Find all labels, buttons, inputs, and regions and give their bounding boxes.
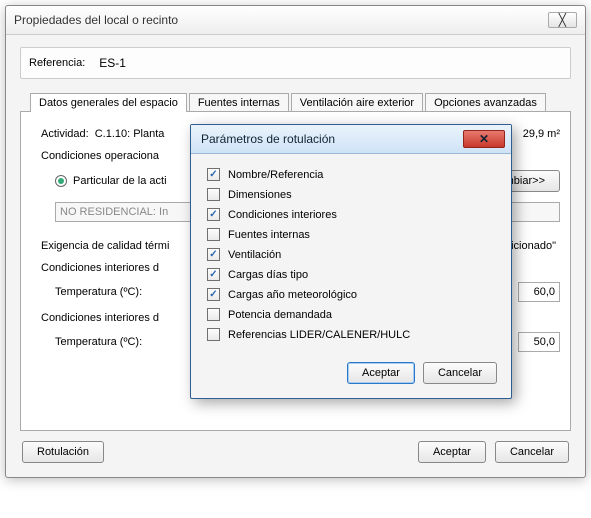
checkbox-label: Fuentes internas — [228, 229, 310, 241]
cancel-button[interactable]: Cancelar — [495, 441, 569, 463]
checkbox[interactable]: ✓ — [207, 288, 220, 301]
checkbox[interactable]: ✓ — [207, 268, 220, 281]
tab-internal-sources[interactable]: Fuentes internas — [189, 93, 289, 112]
checkbox-row: Fuentes internas — [207, 228, 495, 241]
checkbox-label: Potencia demandada — [228, 309, 332, 321]
dialog-cancel-button[interactable]: Cancelar — [423, 362, 497, 384]
tab-general[interactable]: Datos generales del espacio — [30, 93, 187, 112]
checkbox-row: Referencias LIDER/CALENER/HULC — [207, 328, 495, 341]
window-titlebar[interactable]: Propiedades del local o recinto ╳ — [6, 6, 585, 35]
rotulacion-dialog: Parámetros de rotulación ✕ ✓ Nombre/Refer… — [190, 124, 512, 399]
tab-ventilation[interactable]: Ventilación aire exterior — [291, 93, 423, 112]
activity-label: Actividad: — [41, 128, 89, 140]
checkbox-label: Referencias LIDER/CALENER/HULC — [228, 329, 410, 341]
radio-particular[interactable] — [55, 175, 67, 187]
area-value: 29,9 m² — [523, 128, 560, 140]
checkbox-label: Nombre/Referencia — [228, 169, 323, 181]
dialog-close-icon[interactable]: ✕ — [463, 130, 505, 148]
temperature-1-input[interactable] — [518, 282, 560, 302]
checkbox-row: ✓ Condiciones interiores — [207, 208, 495, 221]
checkbox[interactable]: ✓ — [207, 168, 220, 181]
checkbox-label: Cargas año meteorológico — [228, 289, 357, 301]
checkbox[interactable] — [207, 188, 220, 201]
temperature-2-label: Temperatura (ºC): — [55, 336, 142, 348]
dialog-accept-button[interactable]: Aceptar — [347, 362, 415, 384]
accept-button[interactable]: Aceptar — [418, 441, 486, 463]
checkbox[interactable] — [207, 308, 220, 321]
checkbox-label: Condiciones interiores — [228, 209, 337, 221]
reference-input[interactable] — [97, 54, 562, 72]
reference-field: Referencia: — [20, 47, 571, 79]
dialog-title: Parámetros de rotulación — [201, 132, 335, 146]
checkbox-label: Dimensiones — [228, 189, 292, 201]
checkbox[interactable] — [207, 328, 220, 341]
close-icon[interactable]: ╳ — [548, 12, 577, 28]
checkbox-row: ✓ Cargas año meteorológico — [207, 288, 495, 301]
checkbox-row: ✓ Nombre/Referencia — [207, 168, 495, 181]
window-button-bar: Rotulación Aceptar Cancelar — [20, 441, 571, 463]
checkbox[interactable] — [207, 228, 220, 241]
checkbox-row: ✓ Cargas días tipo — [207, 268, 495, 281]
window-title: Propiedades del local o recinto — [14, 13, 178, 27]
checkbox[interactable]: ✓ — [207, 208, 220, 221]
reference-label: Referencia: — [29, 57, 85, 69]
radio-particular-label: Particular de la acti — [73, 175, 167, 187]
temperature-2-input[interactable] — [518, 332, 560, 352]
tab-bar: Datos generales del espacio Fuentes inte… — [30, 93, 571, 112]
checkbox-label: Cargas días tipo — [228, 269, 308, 281]
checkbox-row: ✓ Ventilación — [207, 248, 495, 261]
dialog-titlebar[interactable]: Parámetros de rotulación ✕ — [191, 125, 511, 154]
tab-advanced[interactable]: Opciones avanzadas — [425, 93, 546, 112]
checkbox-label: Ventilación — [228, 249, 281, 261]
checkbox[interactable]: ✓ — [207, 248, 220, 261]
activity-value: C.1.10: Planta — [95, 128, 165, 140]
rotulacion-button[interactable]: Rotulación — [22, 441, 104, 463]
checkbox-row: Potencia demandada — [207, 308, 495, 321]
temperature-1-label: Temperatura (ºC): — [55, 286, 142, 298]
checkbox-row: Dimensiones — [207, 188, 495, 201]
thermal-quality-label: Exigencia de calidad térmi — [41, 240, 169, 252]
dialog-button-bar: Aceptar Cancelar — [191, 354, 511, 398]
dialog-body: ✓ Nombre/Referencia Dimensiones ✓ Condicione… — [191, 154, 511, 354]
